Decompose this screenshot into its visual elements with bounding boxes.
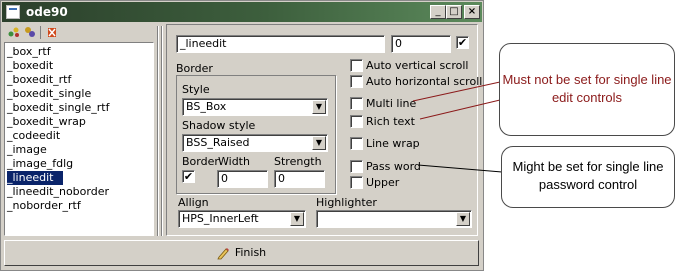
callout1-line <box>412 81 501 102</box>
callout1-line <box>419 99 501 120</box>
callout-password-note: Might be set for single line password co… <box>501 146 675 208</box>
callout-multiline-note: Must not be set for single line edit con… <box>499 43 675 136</box>
callout2-line <box>417 164 503 173</box>
